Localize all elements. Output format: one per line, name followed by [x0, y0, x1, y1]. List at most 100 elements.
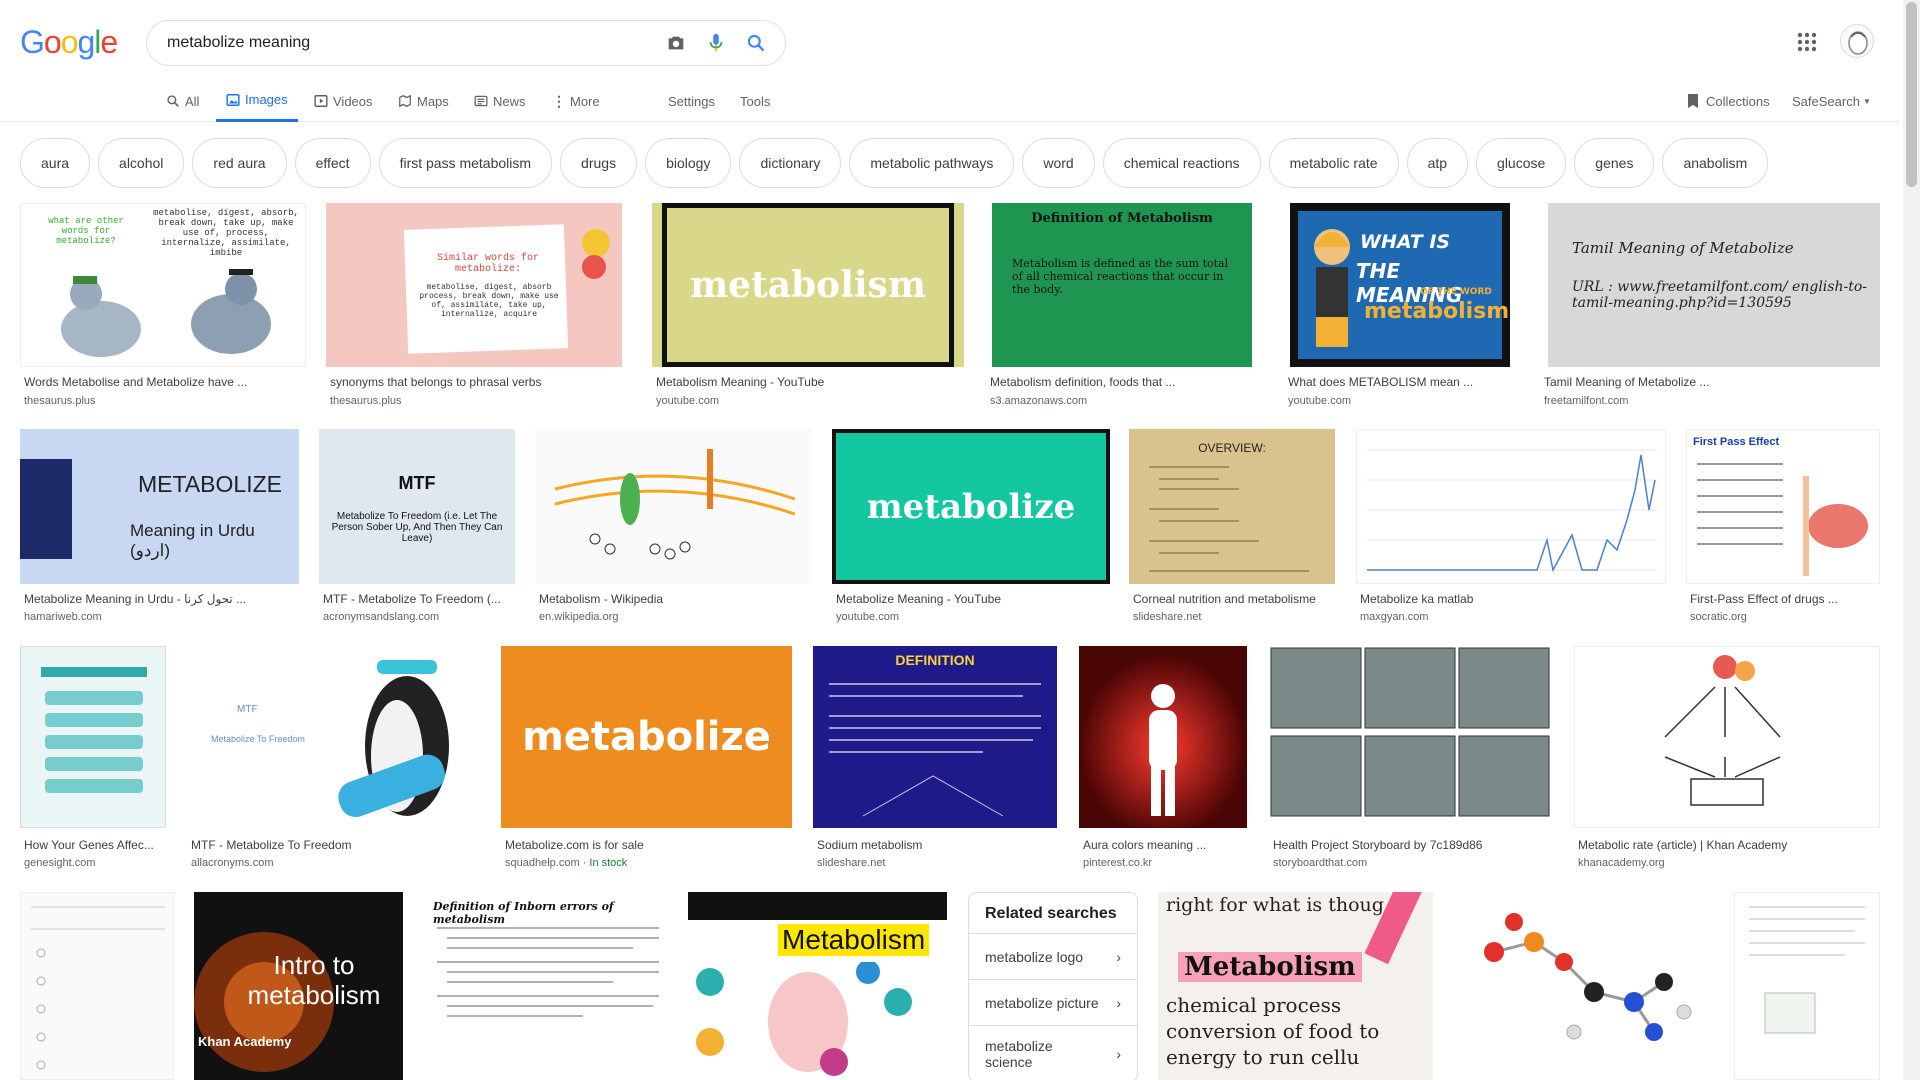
- image-result[interactable]: Definition of Inborn errors of metabolis…: [423, 892, 669, 1080]
- tools-link[interactable]: Tools: [740, 80, 770, 122]
- image-result[interactable]: First Pass Effect First-Pass Effect of d…: [1686, 429, 1880, 629]
- result-source: youtube.com: [656, 395, 719, 407]
- image-result[interactable]: Definition of Metabolism Metabolism is d…: [986, 203, 1262, 407]
- result-title: synonyms that belongs to phrasal verbs: [330, 375, 542, 389]
- image-result[interactable]: Tamil Meaning of Metabolize URL : www.fr…: [1540, 203, 1880, 407]
- thumb-text: METABOLIZE: [138, 471, 282, 497]
- microphone-icon[interactable]: [701, 28, 731, 58]
- image-result[interactable]: DEFINITION Sodium metabolism slideshare.…: [813, 646, 1058, 872]
- image-result[interactable]: METABOLIZE Meaning in Urdu (اردو) Metabo…: [20, 429, 300, 629]
- result-thumbnail: METABOLIZE Meaning in Urdu (اردو): [20, 429, 299, 584]
- result-source: acronymsandslang.com: [323, 611, 440, 623]
- tab-label: More: [570, 93, 600, 109]
- image-result[interactable]: [1734, 892, 1880, 1080]
- image-result[interactable]: Aura colors meaning ... pinterest.co.kr: [1079, 646, 1249, 872]
- image-result[interactable]: metabolize Metabolize.com is for sale sq…: [501, 646, 793, 872]
- chip[interactable]: biology: [645, 138, 732, 188]
- image-result[interactable]: right for what is thoug Metabolism chemi…: [1158, 892, 1434, 1080]
- dropdown-arrow-icon: ▼: [1862, 96, 1871, 106]
- tab-more[interactable]: ⋮ More: [552, 80, 600, 122]
- thumb-text: metabolize: [836, 433, 1106, 580]
- image-result[interactable]: Metabolism: [688, 892, 948, 1080]
- safesearch-toggle[interactable]: SafeSearch ▼: [1792, 80, 1871, 122]
- scrollbar-thumb[interactable]: [1906, 2, 1917, 187]
- search-input[interactable]: metabolize meaning: [167, 34, 651, 52]
- chip[interactable]: metabolic rate: [1268, 138, 1399, 188]
- result-thumbnail: metabolize: [501, 646, 792, 828]
- tab-videos[interactable]: Videos: [314, 80, 373, 122]
- chip[interactable]: word: [1022, 138, 1095, 188]
- image-result[interactable]: Metabolic rate (article) | Khan Academy …: [1574, 646, 1880, 872]
- chip[interactable]: effect: [294, 138, 371, 188]
- image-result[interactable]: what are other words for metabolize? met…: [20, 203, 306, 407]
- thumb-text: Khan Academy: [198, 1034, 292, 1049]
- thumb-text: Metabolize To Freedom: [211, 734, 305, 744]
- search-box[interactable]: metabolize meaning: [146, 20, 786, 66]
- bookmark-icon: [1688, 94, 1698, 108]
- image-result[interactable]: Health Project Storyboard by 7c189d86 st…: [1269, 646, 1555, 872]
- collections-link[interactable]: Collections: [1686, 80, 1770, 122]
- thumb-text: what are other words for metabolize?: [48, 216, 124, 246]
- tab-news[interactable]: News: [474, 80, 526, 122]
- chip[interactable]: metabolic pathways: [849, 138, 1015, 188]
- chip[interactable]: anabolism: [1662, 138, 1769, 188]
- image-result[interactable]: metabolize Metabolize Meaning - YouTube …: [832, 429, 1110, 629]
- logo-letter: e: [100, 24, 118, 60]
- related-item[interactable]: metabolize science ›: [969, 1025, 1137, 1080]
- thumb-text: Definition of Metabolism: [1031, 211, 1213, 226]
- image-result[interactable]: metabolism Metabolism Meaning - YouTube …: [652, 203, 964, 407]
- image-result[interactable]: MTF Metabolize To Freedom (i.e. Let The …: [319, 429, 517, 629]
- result-thumbnail: MTF Metabolize To Freedom (i.e. Let The …: [319, 429, 515, 584]
- thumb-text: Tamil Meaning of Metabolize: [1572, 239, 1794, 257]
- result-title: Metabolize Meaning - YouTube: [836, 592, 1001, 606]
- image-result[interactable]: MTF Metabolize To Freedom MTF - Metaboli…: [187, 646, 482, 872]
- image-result[interactable]: Similar words for metabolize: metabolise…: [326, 203, 622, 407]
- related-item[interactable]: metabolize picture ›: [969, 979, 1137, 1025]
- image-result[interactable]: Intro to metabolism Khan Academy: [194, 892, 404, 1080]
- chip[interactable]: chemical reactions: [1102, 138, 1261, 188]
- macaron-illustration: [582, 229, 610, 279]
- result-source: pinterest.co.kr: [1083, 857, 1153, 869]
- tab-all[interactable]: All: [166, 80, 199, 122]
- chip[interactable]: first pass metabolism: [378, 138, 553, 188]
- tab-maps[interactable]: Maps: [398, 80, 449, 122]
- thumb-text: Similar words for metabolize:: [436, 253, 540, 275]
- line-chart-thumbnail: [1367, 449, 1657, 573]
- avatar[interactable]: [1840, 24, 1874, 58]
- result-title: What does METABOLISM mean ...: [1288, 375, 1474, 389]
- result-source: en.wikipedia.org: [539, 611, 619, 623]
- thumb-band: [688, 892, 947, 920]
- image-result[interactable]: WHAT IS THE MEANING OF THE WORD metaboli…: [1284, 203, 1520, 407]
- search-icon[interactable]: [741, 28, 771, 58]
- chip[interactable]: drugs: [560, 138, 638, 188]
- thumb-text: DEFINITION: [895, 652, 975, 668]
- chip[interactable]: aura: [20, 138, 91, 188]
- tab-images[interactable]: Images: [216, 80, 298, 122]
- result-thumbnail: First Pass Effect: [1686, 429, 1880, 584]
- pigeons-illustration: [61, 269, 271, 357]
- image-result[interactable]: Metabolize ka matlab maxgyan.com: [1356, 429, 1666, 629]
- chip[interactable]: red aura: [192, 138, 287, 188]
- chip[interactable]: dictionary: [739, 138, 842, 188]
- result-source: youtube.com: [836, 611, 899, 623]
- image-result[interactable]: Metabolism - Wikipedia en.wikipedia.org: [535, 429, 811, 629]
- chip[interactable]: glucose: [1476, 138, 1567, 188]
- chip[interactable]: genes: [1574, 138, 1655, 188]
- source-domain: squadhelp.com: [505, 857, 580, 869]
- chip[interactable]: atp: [1406, 138, 1469, 188]
- settings-link[interactable]: Settings: [668, 80, 715, 122]
- image-result[interactable]: OVERVIEW: Corneal nutrition and metaboli…: [1129, 429, 1335, 629]
- highlighter-marker: [1364, 892, 1422, 965]
- scrollbar[interactable]: [1903, 0, 1920, 1080]
- result-thumbnail: [1356, 429, 1666, 584]
- image-result[interactable]: How Your Genes Affec... genesight.com: [20, 646, 170, 872]
- chip[interactable]: alcohol: [98, 138, 185, 188]
- google-logo[interactable]: Google: [20, 24, 118, 61]
- camera-icon[interactable]: [661, 28, 691, 58]
- related-item[interactable]: metabolize logo ›: [969, 933, 1137, 979]
- related-label: metabolize science: [985, 1037, 1053, 1070]
- image-result[interactable]: [20, 892, 174, 1080]
- image-result[interactable]: [1454, 892, 1716, 1080]
- apps-grid-icon[interactable]: [1795, 30, 1819, 54]
- result-source: freetamilfont.com: [1544, 395, 1629, 407]
